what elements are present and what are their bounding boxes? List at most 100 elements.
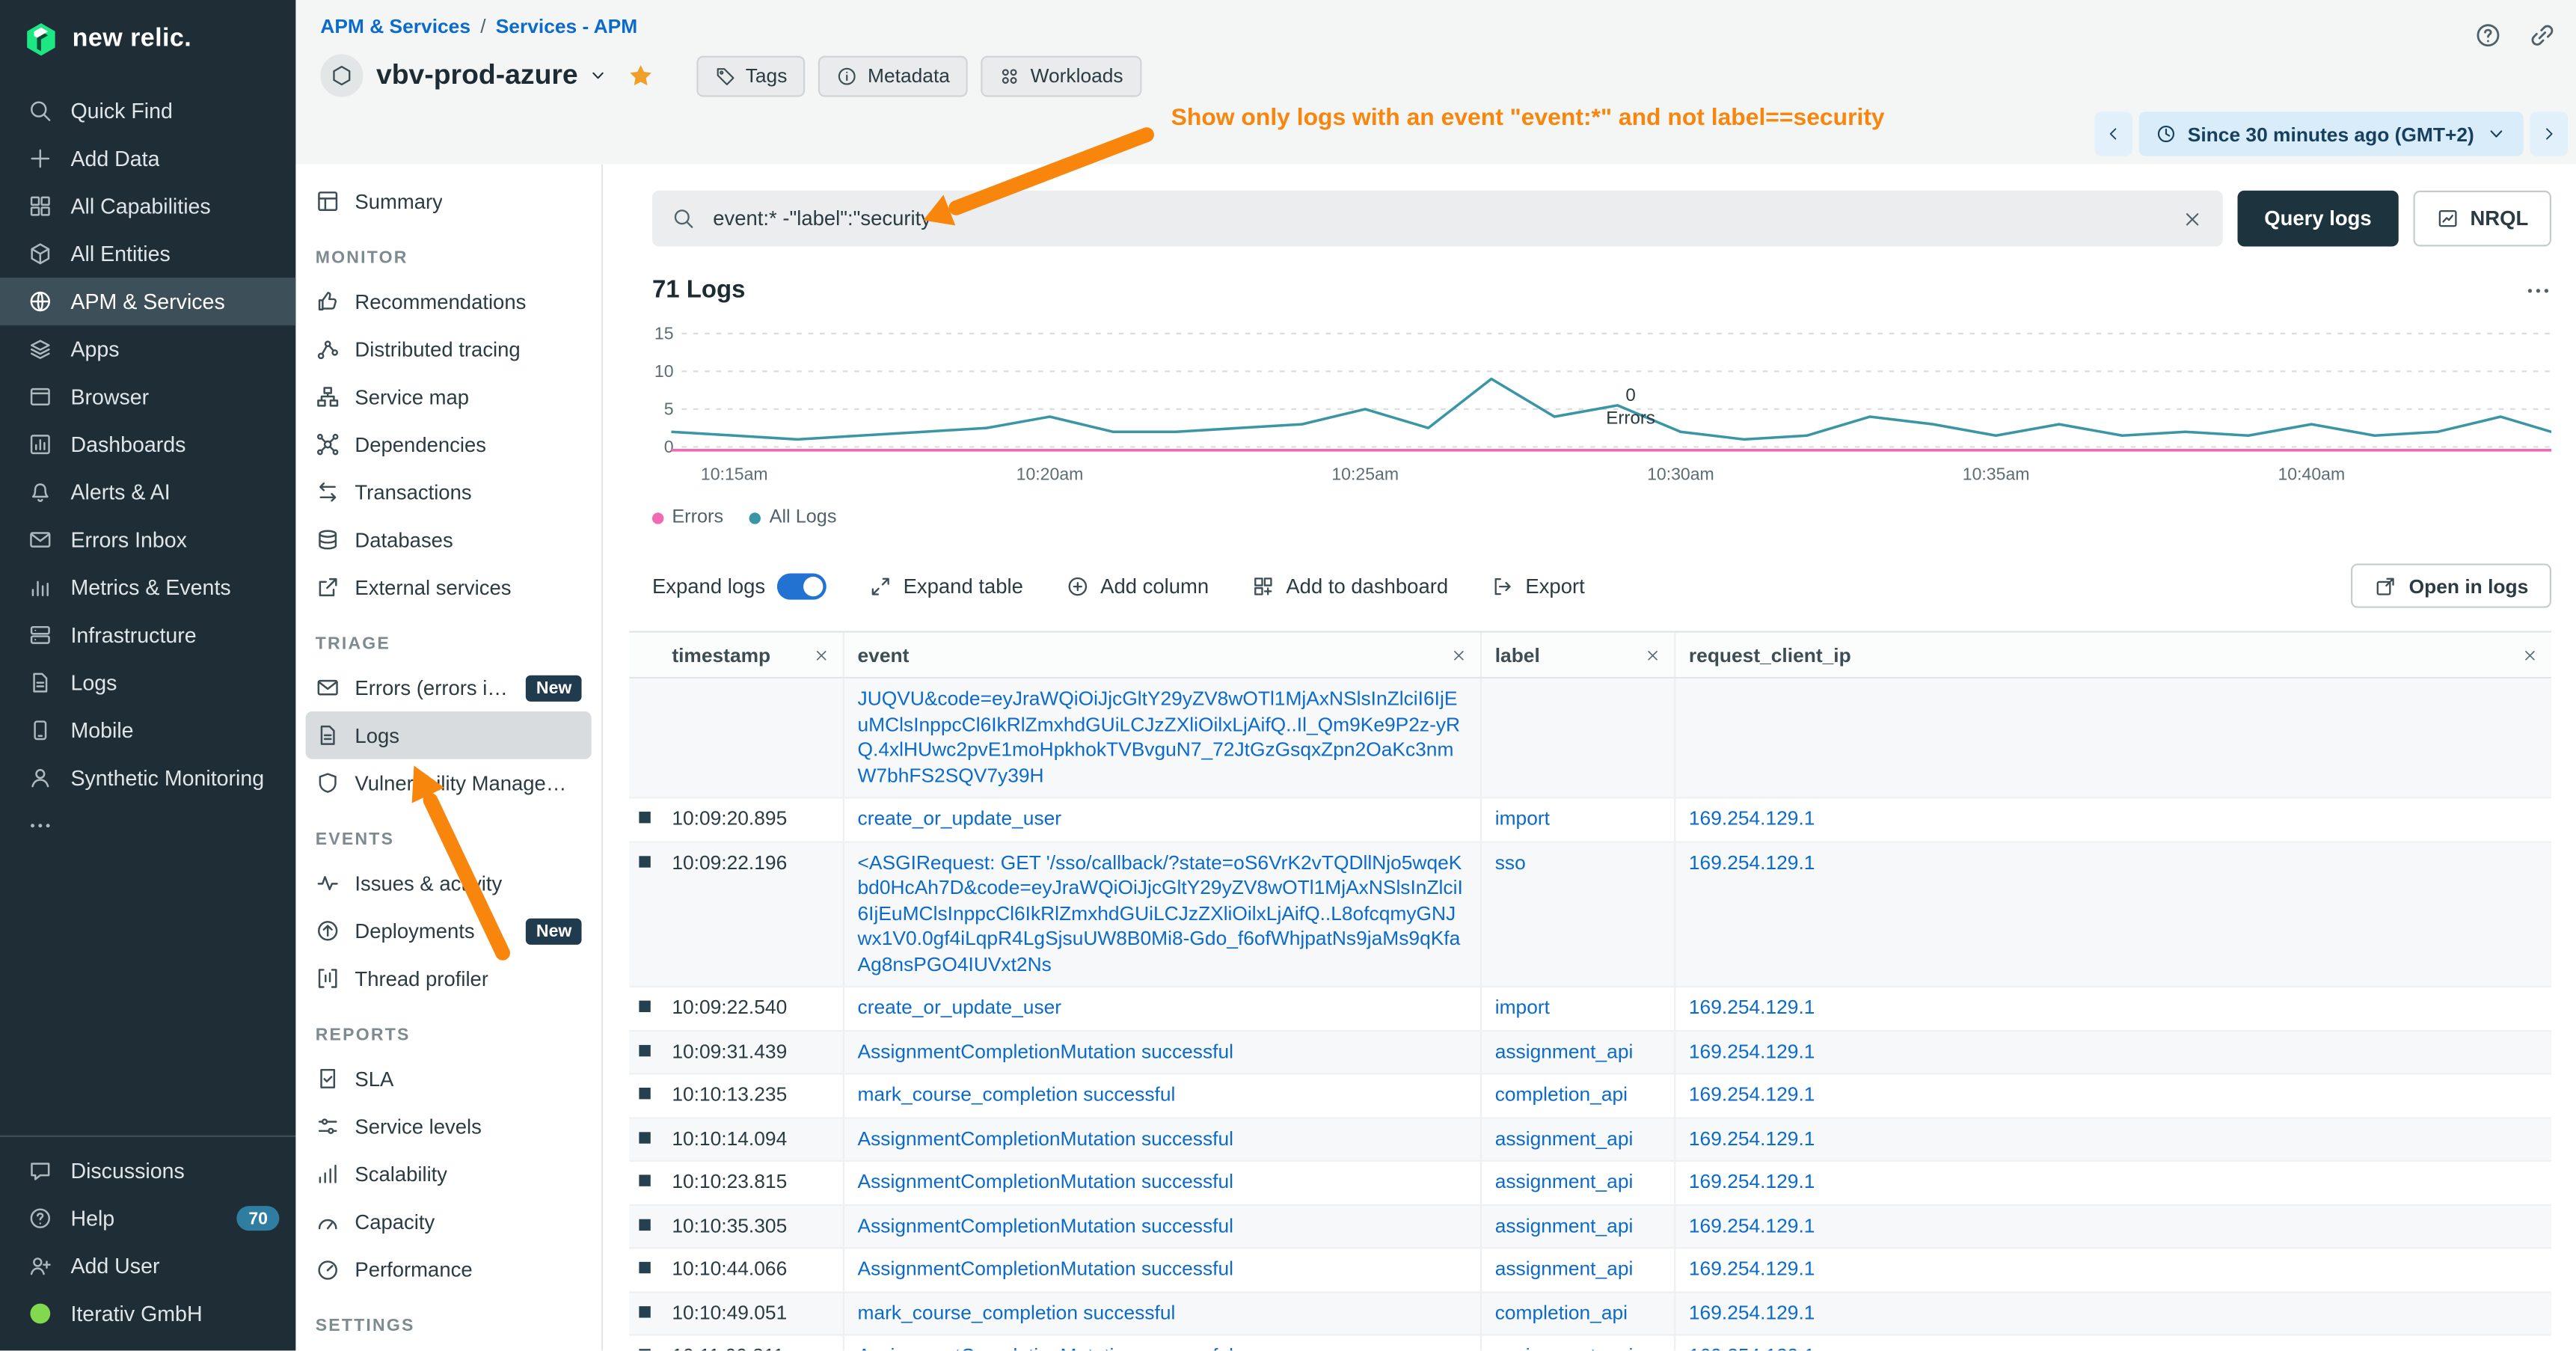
label-link[interactable]: assignment_api bbox=[1495, 1170, 1634, 1193]
event-link[interactable]: <ASGIRequest: GET '/sso/callback/?state=… bbox=[858, 851, 1463, 975]
remove-column-event-icon[interactable] bbox=[1450, 646, 1467, 663]
subnav-item-sla[interactable]: SLA bbox=[306, 1055, 592, 1103]
more-options-icon[interactable] bbox=[2525, 277, 2551, 303]
subnav-item-external-services[interactable]: External services bbox=[306, 563, 592, 611]
breadcrumb-services-apm[interactable]: Services - APM bbox=[496, 15, 637, 38]
log-query-input[interactable] bbox=[710, 206, 2168, 232]
workloads-button[interactable]: Workloads bbox=[981, 55, 1141, 96]
event-link[interactable]: AssignmentCompletionMutation successful bbox=[858, 1170, 1233, 1193]
remove-column-request-client-ip-icon[interactable] bbox=[2521, 646, 2538, 663]
log-row[interactable]: 10:10:49.051mark_course_completion succe… bbox=[629, 1292, 2551, 1335]
log-row[interactable]: 10:10:35.305AssignmentCompletionMutation… bbox=[629, 1205, 2551, 1249]
sidebar-item-mobile[interactable]: Mobile bbox=[0, 706, 295, 754]
request-client-ip-link[interactable]: 169.254.129.1 bbox=[1689, 1257, 1815, 1280]
subnav-item-service-levels[interactable]: Service levels bbox=[306, 1103, 592, 1151]
help-icon[interactable] bbox=[2474, 22, 2502, 49]
event-link[interactable]: AssignmentCompletionMutation successful bbox=[858, 1257, 1233, 1280]
log-query-bar[interactable] bbox=[652, 191, 2223, 247]
add-column-button[interactable]: Add column bbox=[1066, 575, 1209, 598]
remove-column-label-icon[interactable] bbox=[1645, 646, 1661, 663]
sidebar-item-apm-services[interactable]: APM & Services bbox=[0, 278, 295, 325]
permalink-icon[interactable] bbox=[2528, 22, 2556, 49]
brand[interactable]: new relic. bbox=[0, 0, 295, 77]
sidebar-item-dashboards[interactable]: Dashboards bbox=[0, 420, 295, 468]
log-row[interactable]: 10:09:31.439AssignmentCompletionMutation… bbox=[629, 1031, 2551, 1074]
event-link[interactable]: create_or_update_user bbox=[858, 806, 1062, 830]
subnav-item-deployments[interactable]: DeploymentsNew bbox=[306, 907, 592, 955]
subnav-item-databases[interactable]: Databases bbox=[306, 516, 592, 564]
log-row[interactable]: 10:10:13.235mark_course_completion succe… bbox=[629, 1074, 2551, 1118]
sidebar-item-all-entities[interactable]: All Entities bbox=[0, 230, 295, 278]
sidebar-item-apps[interactable]: Apps bbox=[0, 325, 295, 373]
event-link[interactable]: AssignmentCompletionMutation successful bbox=[858, 1213, 1233, 1237]
request-client-ip-link[interactable]: 169.254.129.1 bbox=[1689, 1170, 1815, 1193]
label-link[interactable]: assignment_api bbox=[1495, 1344, 1634, 1351]
event-link[interactable]: AssignmentCompletionMutation successful bbox=[858, 1127, 1233, 1150]
label-link[interactable]: completion_api bbox=[1495, 1300, 1628, 1323]
time-back-button[interactable] bbox=[2094, 111, 2132, 156]
label-link[interactable]: assignment_api bbox=[1495, 1257, 1634, 1280]
subnav-item-distributed-tracing[interactable]: Distributed tracing bbox=[306, 325, 592, 373]
subnav-item-summary[interactable]: Summary bbox=[306, 177, 592, 225]
label-link[interactable]: sso bbox=[1495, 851, 1526, 874]
sidebar-item-synthetic-monitoring[interactable]: Synthetic Monitoring bbox=[0, 754, 295, 802]
sidebar-item-add-data[interactable]: Add Data bbox=[0, 135, 295, 183]
label-link[interactable]: assignment_api bbox=[1495, 1213, 1634, 1237]
subnav-item-issues-activity[interactable]: Issues & activity bbox=[306, 860, 592, 907]
log-row[interactable]: 10:09:22.540create_or_update_userimport1… bbox=[629, 987, 2551, 1031]
subnav-item-thread-profiler[interactable]: Thread profiler bbox=[306, 955, 592, 1002]
subnav-item-transactions[interactable]: Transactions bbox=[306, 468, 592, 516]
subnav-item-service-map[interactable]: Service map bbox=[306, 373, 592, 421]
sidebar-item-errors-inbox[interactable]: Errors Inbox bbox=[0, 516, 295, 564]
sidebar-item-alerts-ai[interactable]: Alerts & AI bbox=[0, 468, 295, 516]
request-client-ip-link[interactable]: 169.254.129.1 bbox=[1689, 1213, 1815, 1237]
log-row[interactable]: 10:10:14.094AssignmentCompletionMutation… bbox=[629, 1118, 2551, 1162]
subnav-item-scalability[interactable]: Scalability bbox=[306, 1150, 592, 1198]
log-row[interactable]: 10:10:44.066AssignmentCompletionMutation… bbox=[629, 1249, 2551, 1292]
log-row[interactable]: 10:09:22.196<ASGIRequest: GET '/sso/call… bbox=[629, 842, 2551, 987]
label-link[interactable]: completion_api bbox=[1495, 1082, 1628, 1106]
event-link[interactable]: AssignmentCompletionMutation successful bbox=[858, 1344, 1233, 1351]
time-range-button[interactable]: Since 30 minutes ago (GMT+2) bbox=[2138, 111, 2524, 156]
log-row[interactable]: 10:10:23.815AssignmentCompletionMutation… bbox=[629, 1162, 2551, 1205]
remove-column-timestamp-icon[interactable] bbox=[813, 646, 829, 663]
add-to-dashboard-button[interactable]: Add to dashboard bbox=[1251, 575, 1448, 598]
sidebar-item-quick-find[interactable]: Quick Find bbox=[0, 87, 295, 135]
sidebar-footer-item-iterativ-gmbh[interactable]: Iterativ GmbH bbox=[0, 1290, 295, 1338]
event-link[interactable]: mark_course_completion successful bbox=[858, 1082, 1176, 1106]
metadata-button[interactable]: Metadata bbox=[818, 55, 968, 96]
sidebar-item-all-capabilities[interactable]: All Capabilities bbox=[0, 183, 295, 230]
label-link[interactable]: import bbox=[1495, 996, 1550, 1019]
legend-all-logs[interactable]: All Logs bbox=[749, 508, 836, 527]
request-client-ip-link[interactable]: 169.254.129.1 bbox=[1689, 1127, 1815, 1150]
sidebar-item-logs[interactable]: Logs bbox=[0, 659, 295, 707]
event-link[interactable]: mark_course_completion successful bbox=[858, 1300, 1176, 1323]
label-link[interactable]: assignment_api bbox=[1495, 1127, 1634, 1150]
tags-button[interactable]: Tags bbox=[696, 55, 806, 96]
sidebar-item-browser[interactable]: Browser bbox=[0, 373, 295, 421]
export-button[interactable]: Export bbox=[1491, 575, 1585, 598]
log-row[interactable]: JUQVU&code=eyJraWQiOiJjcGltY29yZV8wOTl1M… bbox=[629, 678, 2551, 798]
subnav-item-errors-errors-inb[interactable]: Errors (errors inb...New bbox=[306, 664, 592, 711]
query-logs-button[interactable]: Query logs bbox=[2238, 191, 2398, 247]
sidebar-footer-item-discussions[interactable]: Discussions bbox=[0, 1147, 295, 1195]
expand-table-button[interactable]: Expand table bbox=[868, 575, 1022, 598]
breadcrumb-apm-services[interactable]: APM & Services bbox=[320, 15, 470, 38]
clear-query-icon[interactable] bbox=[2182, 208, 2204, 230]
favorite-star-icon[interactable] bbox=[628, 62, 654, 88]
legend-errors[interactable]: Errors bbox=[652, 508, 723, 527]
event-link[interactable]: JUQVU&code=eyJraWQiOiJjcGltY29yZV8wOTl1M… bbox=[858, 687, 1461, 786]
log-row[interactable]: 10:11:00.311AssignmentCompletionMutation… bbox=[629, 1336, 2551, 1351]
request-client-ip-link[interactable]: 169.254.129.1 bbox=[1689, 851, 1815, 874]
open-in-logs-button[interactable]: Open in logs bbox=[2352, 563, 2551, 607]
sidebar-footer-item-help[interactable]: Help70 bbox=[0, 1195, 295, 1243]
request-client-ip-link[interactable]: 169.254.129.1 bbox=[1689, 806, 1815, 830]
subnav-item-performance[interactable]: Performance bbox=[306, 1246, 592, 1293]
more-items[interactable] bbox=[0, 802, 295, 850]
request-client-ip-link[interactable]: 169.254.129.1 bbox=[1689, 1344, 1815, 1351]
log-row[interactable]: 10:09:20.895create_or_update_userimport1… bbox=[629, 798, 2551, 842]
event-link[interactable]: AssignmentCompletionMutation successful bbox=[858, 1039, 1233, 1062]
sidebar-item-metrics-events[interactable]: Metrics & Events bbox=[0, 563, 295, 611]
sidebar-item-infrastructure[interactable]: Infrastructure bbox=[0, 611, 295, 659]
subnav-item-dependencies[interactable]: Dependencies bbox=[306, 420, 592, 468]
